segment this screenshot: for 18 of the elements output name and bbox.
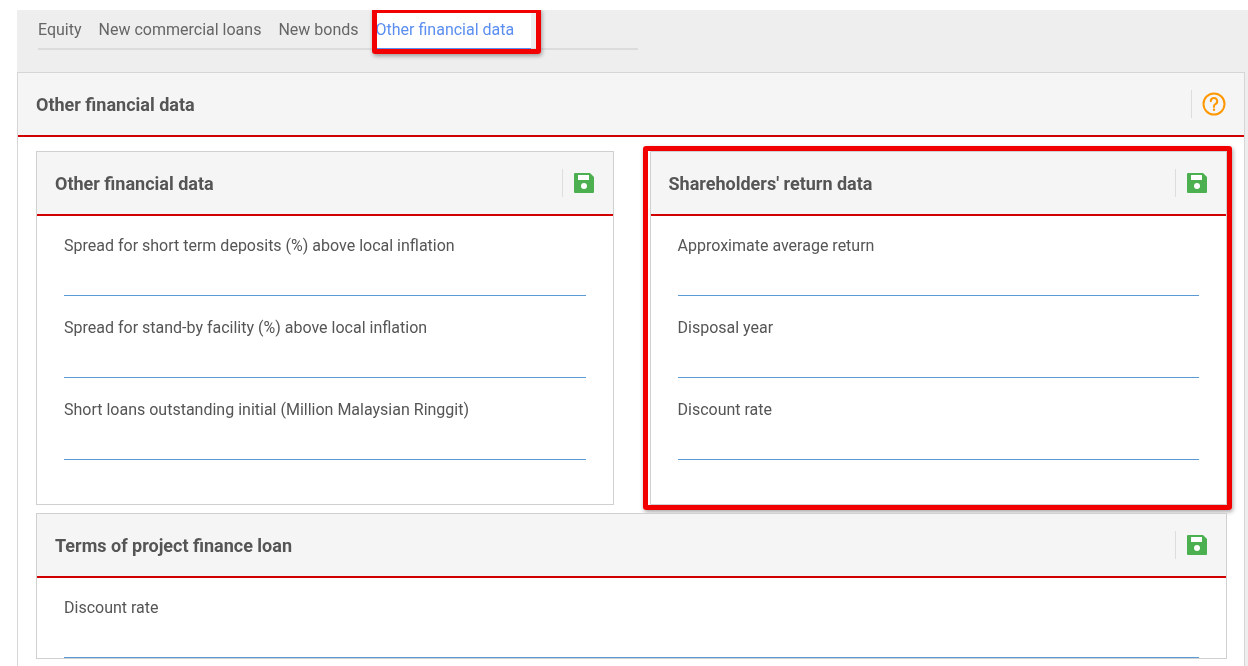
save-icon[interactable] (1186, 534, 1208, 556)
field-label: Disposal year (677, 318, 775, 337)
field-label: Discount rate (677, 400, 774, 419)
panel-title: Shareholders' return data (668, 172, 873, 194)
field-label: Spread for short term deposits (%) above local inflation (64, 236, 456, 255)
save-icon[interactable] (1186, 172, 1208, 194)
tab[interactable]: New commercial loans (98, 10, 279, 50)
panel-title: Terms of project finance loan (55, 534, 292, 556)
help-icon[interactable] (1202, 92, 1226, 116)
field-label: Discount rate (64, 598, 160, 617)
tab[interactable]: Equity (38, 10, 99, 50)
panel-title: Other financial data (55, 172, 214, 194)
save-icon[interactable] (572, 172, 595, 194)
field-label: Approximate average return (677, 236, 876, 255)
card-title: Other financial data (36, 93, 195, 115)
field-label: Spread for stand-by facility (%) above local inflation (64, 318, 429, 337)
tab[interactable]: New bonds (278, 10, 376, 50)
field-label: Short loans outstanding initial (Million Malaysian Ringgit) (64, 400, 470, 419)
